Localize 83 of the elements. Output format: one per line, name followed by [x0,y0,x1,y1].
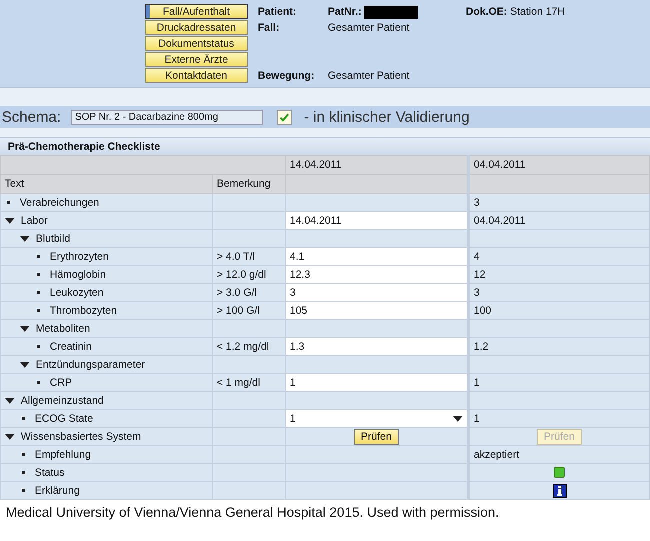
table-cell: < 1 mg/dl [212,374,286,392]
schema-field[interactable]: SOP Nr. 2 - Dacarbazine 800mg [71,110,264,124]
validation-status: - in klinischer Validierung [304,108,470,126]
bullet-icon [37,345,40,348]
row-label: Metaboliten [36,322,90,334]
caption: Medical University of Vienna/Vienna General Hospital 2015. Used with permission. [0,500,650,541]
row-label: Blutbild [36,232,70,244]
collapse-arrow-icon[interactable] [20,236,30,242]
input-field[interactable]: 1 [286,374,468,392]
row-label: ECOG State [35,412,94,424]
bullet-icon [22,489,25,492]
field-value: Dok.OE: Station 17H [466,6,566,18]
column-header: Text [0,174,212,194]
bullet-icon [22,453,25,456]
dropdown-field[interactable]: 1 [286,410,468,428]
bullet-icon [37,381,40,384]
input-field[interactable]: 4.1 [286,248,468,266]
bullet-icon [37,255,40,258]
bullet-icon [22,417,25,420]
column-header: Bemerkung [212,174,286,194]
row-label: Erythrozyten [50,250,109,262]
table-cell: akzeptiert [468,446,650,464]
table-cell: 1 [468,374,650,392]
input-field[interactable]: 105 [286,302,468,320]
table-cell: 1.2 [468,338,650,356]
row-label: Wissensbasiertes System [21,430,142,442]
row-label: Thrombozyten [50,304,118,316]
bullet-icon [22,471,25,474]
checkbox[interactable] [277,110,292,124]
check-button[interactable]: Prüfen [354,428,399,444]
field-label: Patient: [258,6,298,18]
row-label: Hämoglobin [50,268,106,280]
nav-button[interactable]: Externe Ärzte [145,52,248,67]
field-label: PatNr.: [328,6,362,18]
table-cell: > 3.0 G/l [212,284,286,302]
info-icon[interactable] [552,484,566,498]
bullet-icon [7,201,10,204]
collapse-arrow-icon[interactable] [20,326,30,332]
bullet-icon [37,273,40,276]
row-label: Erklärung [35,484,80,496]
field-value: Gesamter Patient [328,22,411,34]
table-cell: 100 [468,302,650,320]
row-label: Status [35,466,65,478]
collapse-arrow-icon[interactable] [20,362,30,368]
table-cell: 3 [468,284,650,302]
collapse-arrow-icon[interactable] [5,434,15,440]
field-label: Fall: [258,22,281,34]
nav-button[interactable]: Kontaktdaten [145,68,248,83]
panel-title: Prä-Chemotherapie Checkliste [0,137,650,155]
table-cell: > 12.0 g/dl [212,266,286,284]
bullet-icon [37,309,40,312]
field-label: Bewegung: [258,70,316,82]
column-header: 04.04.2011 [468,156,650,174]
row-label: CRP [50,376,72,388]
input-field[interactable]: 12.3 [286,266,468,284]
collapse-arrow-icon[interactable] [5,398,15,404]
nav-button[interactable]: Fall/Aufenthalt [145,4,248,19]
dropdown-arrow-icon[interactable] [453,416,463,422]
row-label: Leukozyten [50,286,104,298]
row-label: Labor [21,214,48,226]
row-label: Allgemeinzustand [21,394,104,406]
table-cell: 3 [468,194,650,212]
row-label: Creatinin [50,340,92,352]
table-cell: > 100 G/l [212,302,286,320]
row-label: Entzündungsparameter [36,358,146,370]
table-cell: 4 [468,248,650,266]
input-field[interactable]: 1.3 [286,338,468,356]
table-cell: 12 [468,266,650,284]
field-value: Gesamter Patient [328,70,411,82]
table-cell: 1 [468,410,650,428]
table-cell: 04.04.2011 [468,212,650,230]
nav-button[interactable]: Druckadressaten [145,20,248,35]
column-header: 14.04.2011 [286,156,468,174]
schema-label: Schema: [2,108,62,126]
input-field[interactable]: 14.04.2011 [286,212,468,230]
nav-button[interactable]: Dokumentstatus [145,36,248,51]
row-label: Verabreichungen [20,196,100,208]
row-label: Empfehlung [35,448,92,460]
input-field[interactable]: 3 [286,284,468,302]
bullet-icon [37,291,40,294]
collapse-arrow-icon[interactable] [5,218,15,224]
table-cell: < 1.2 mg/dl [212,338,286,356]
table-cell: > 4.0 T/l [212,248,286,266]
